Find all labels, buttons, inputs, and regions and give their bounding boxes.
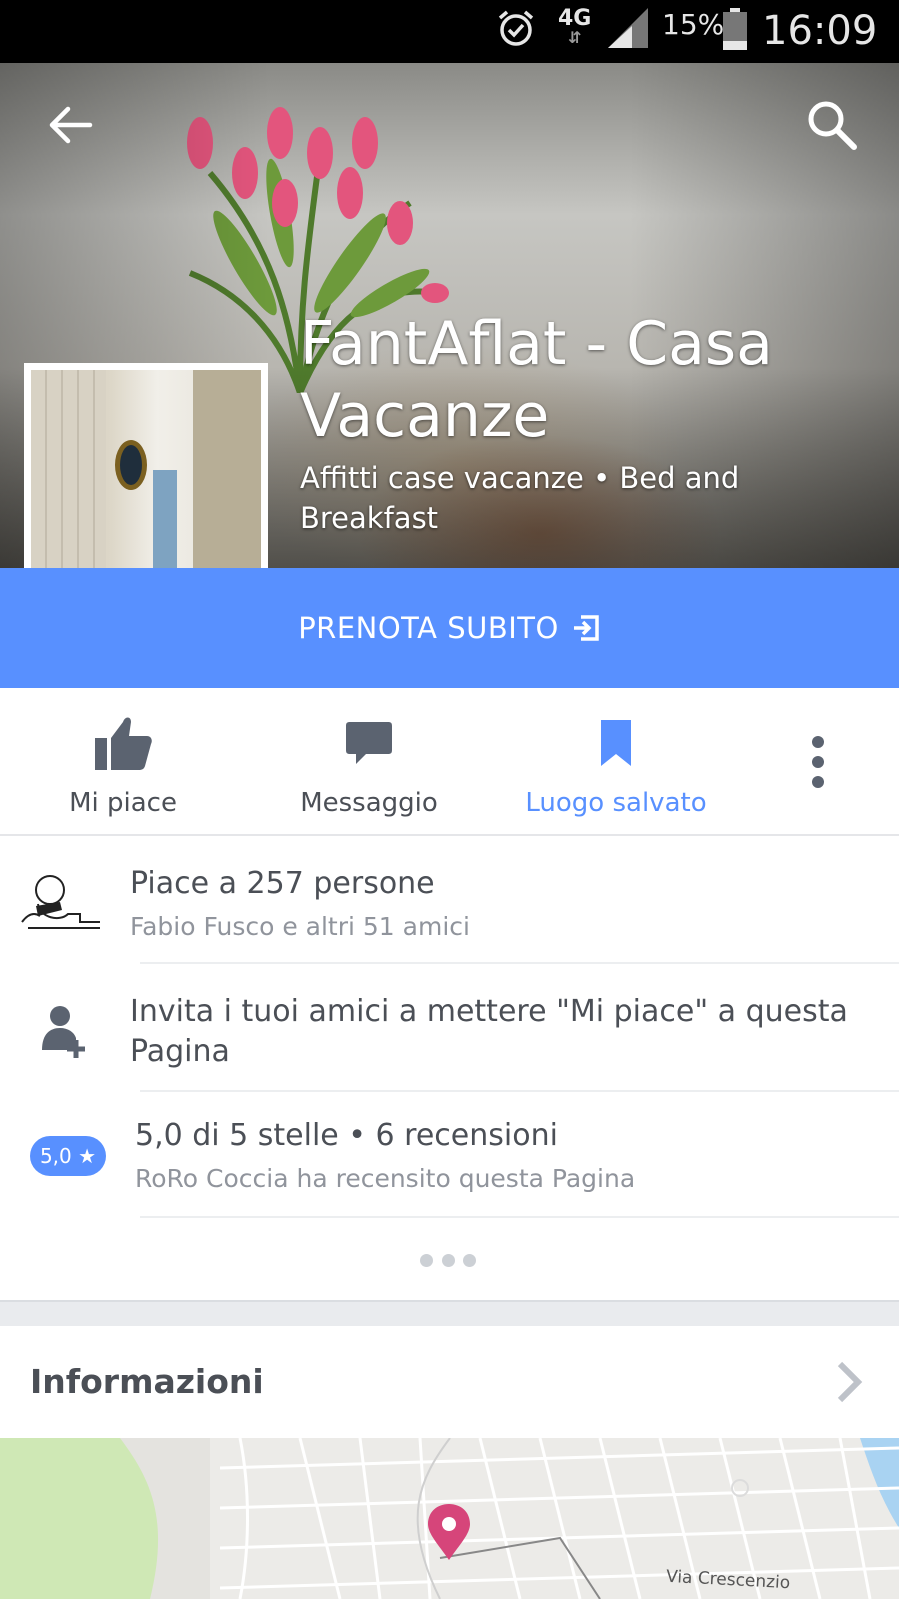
search-button[interactable] <box>804 97 860 153</box>
see-more-button[interactable] <box>420 1250 476 1270</box>
invite-text: Invita i tuoi amici a mettere "Mi piace"… <box>130 994 848 1069</box>
action-bar: Mi piace Messaggio Luogo salvato <box>0 688 899 836</box>
arrow-left-icon <box>49 106 93 144</box>
book-now-button[interactable]: PRENOTA SUBITO <box>0 568 899 688</box>
status-bar: 4G ⇵ 15% 16:09 <box>0 0 899 63</box>
latest-review: RoRo Coccia ha recensito questa Pagina <box>135 1164 636 1193</box>
invite-friends-row[interactable]: Invita i tuoi amici a mettere "Mi piace"… <box>0 964 899 1092</box>
book-now-label: PRENOTA SUBITO <box>298 611 559 645</box>
message-button[interactable]: Messaggio <box>259 708 479 818</box>
section-separator <box>0 1302 899 1326</box>
more-vertical-icon <box>812 736 824 788</box>
like-button[interactable]: Mi piace <box>13 708 233 818</box>
page-title: FantAflat - Casa Vacanze <box>300 309 773 451</box>
bookmark-icon <box>601 720 631 766</box>
location-pin-icon <box>428 1504 470 1560</box>
clock: 16:09 <box>762 8 878 54</box>
like-label: Mi piace <box>69 788 177 818</box>
battery-icon <box>722 8 748 54</box>
battery-percent: 15% <box>662 8 725 41</box>
add-person-icon <box>42 1006 85 1058</box>
more-options-button[interactable] <box>790 732 846 792</box>
message-label: Messaggio <box>300 788 438 818</box>
rating-badge: 5,0 ★ <box>30 1136 106 1176</box>
likes-row[interactable]: Piace a 257 persone Fabio Fusco e altri … <box>0 838 899 964</box>
save-button[interactable]: Luogo salvato <box>506 708 726 818</box>
back-button[interactable] <box>44 99 96 151</box>
reviews-row[interactable]: 5,0 ★ 5,0 di 5 stelle • 6 recensioni RoR… <box>0 1092 899 1218</box>
location-map[interactable]: Via Crescenzio <box>0 1438 899 1599</box>
alarm-icon <box>496 8 536 52</box>
message-icon <box>346 722 392 764</box>
about-title: Informazioni <box>30 1362 264 1401</box>
search-icon <box>808 101 857 150</box>
likes-friends: Fabio Fusco e altri 51 amici <box>130 912 470 941</box>
friend-avatar <box>20 866 102 936</box>
network-indicator: 4G ⇵ <box>558 6 592 47</box>
profile-picture[interactable] <box>24 363 268 568</box>
rating-summary: 5,0 di 5 stelle • 6 recensioni <box>135 1118 558 1153</box>
about-section-header[interactable]: Informazioni <box>0 1326 899 1438</box>
cover-photo[interactable]: FantAflat - Casa Vacanze Affitti case va… <box>0 63 899 568</box>
likes-count: Piace a 257 persone <box>130 866 435 901</box>
chevron-right-icon <box>837 1361 863 1403</box>
page-category: Affitti case vacanze • Bed and Breakfast <box>300 461 740 535</box>
signal-icon <box>608 8 650 52</box>
external-link-icon <box>573 615 599 641</box>
thumbs-up-icon <box>95 717 152 770</box>
save-label: Luogo salvato <box>525 788 707 818</box>
